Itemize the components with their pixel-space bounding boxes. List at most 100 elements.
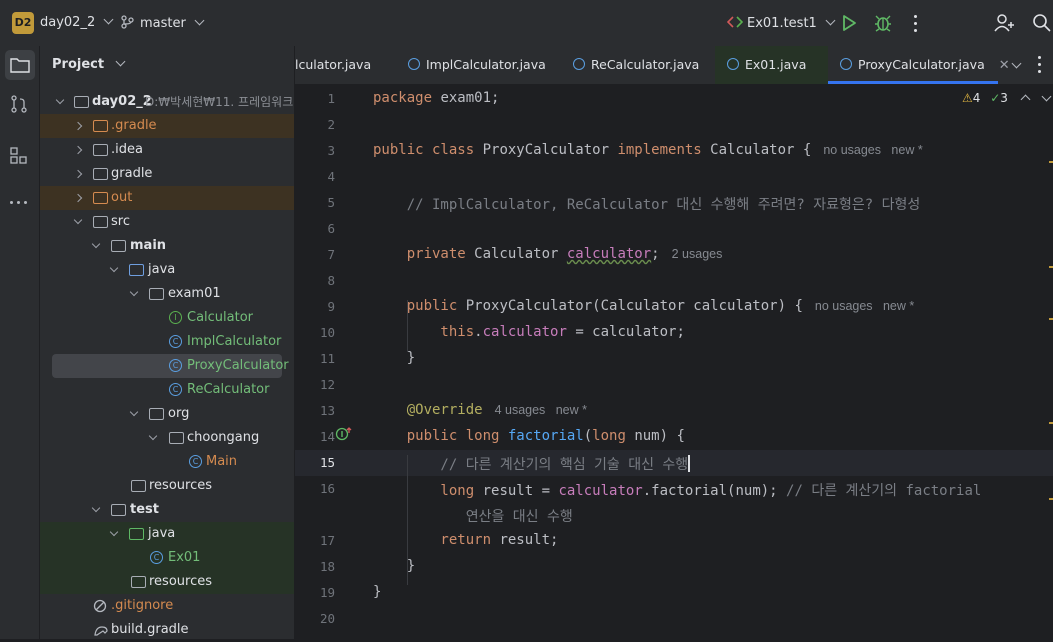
expand-arrow-icon xyxy=(129,407,139,417)
project-name: day02_2 xyxy=(40,15,96,30)
line-number: 9 xyxy=(327,299,335,314)
tree-item[interactable]: resources xyxy=(40,474,294,498)
package-icon xyxy=(169,432,184,444)
close-tab-icon[interactable]: ✕ xyxy=(999,58,1010,73)
tree-item[interactable]: test xyxy=(40,498,294,522)
tree-item[interactable]: resources xyxy=(40,570,294,594)
code-line: } xyxy=(373,558,416,574)
tab-label: ReCalculator.java xyxy=(591,57,700,72)
tree-item[interactable]: main xyxy=(40,234,294,258)
line-number: 19 xyxy=(319,585,335,600)
tree-item[interactable]: C Ex01 xyxy=(40,546,294,570)
tab-list-chevron-icon[interactable] xyxy=(1011,58,1022,69)
tree-item[interactable]: gradle xyxy=(40,162,294,186)
tree-item-selected[interactable]: C ProxyCalculator xyxy=(52,354,289,378)
run-config-name: Ex01.test1 xyxy=(747,16,817,31)
tree-item[interactable]: java xyxy=(40,522,294,546)
commit-icon[interactable] xyxy=(10,95,28,113)
tree-item[interactable]: C ReCalculator xyxy=(40,378,294,402)
code-line: package exam01; xyxy=(373,90,500,106)
tree-item[interactable]: C Main xyxy=(40,450,294,474)
expand-arrow-icon xyxy=(55,95,65,105)
code-line: long result = calculator.factorial(num);… xyxy=(373,483,982,499)
package-icon xyxy=(149,288,164,300)
module-folder-icon xyxy=(74,96,89,108)
tree-item[interactable]: out xyxy=(40,186,294,210)
tree-item-label: Main xyxy=(206,454,238,469)
warning-icon: ⚠ xyxy=(962,91,973,105)
expand-arrow-icon xyxy=(148,431,158,441)
more-tools-icon[interactable] xyxy=(10,193,30,204)
code-line: public long factorial(long num) { xyxy=(373,428,685,444)
tree-item[interactable]: exam01 xyxy=(40,282,294,306)
scroll-mark xyxy=(1049,498,1053,500)
package-icon xyxy=(149,408,164,420)
git-branch-icon xyxy=(121,15,134,29)
class-icon: C xyxy=(169,335,182,348)
tree-item[interactable]: choongang xyxy=(40,426,294,450)
inlay-hint: 2 usages xyxy=(671,247,723,261)
expand-arrow-icon xyxy=(73,169,83,179)
code-comment: // 다른 계산기의 핵심 기술 대신 수행 xyxy=(373,455,690,473)
line-number: 12 xyxy=(319,377,335,392)
folder-icon xyxy=(10,58,30,73)
line-number: 13 xyxy=(319,403,335,418)
add-user-icon[interactable] xyxy=(994,13,1016,33)
search-icon[interactable] xyxy=(1033,14,1051,32)
tree-item[interactable]: java xyxy=(40,258,294,282)
code-line: public class ProxyCalculator implements … xyxy=(373,142,923,158)
project-panel-title: Project xyxy=(52,57,105,72)
implements-method-icon[interactable] xyxy=(335,426,353,442)
code-comment: // ImplCalculator, ReCalculator 대신 수행해 주… xyxy=(373,197,921,213)
tree-item[interactable]: .gitignore xyxy=(40,594,294,618)
run-config-selector[interactable]: Ex01.test1 xyxy=(726,15,836,31)
project-panel-header[interactable]: Project xyxy=(52,56,126,72)
tree-item[interactable]: C ImplCalculator xyxy=(40,330,294,354)
more-actions-icon[interactable] xyxy=(914,14,918,32)
tab-label: ImplCalculator.java xyxy=(426,57,546,72)
tab-calculator[interactable]: lculator.java xyxy=(295,46,371,84)
folder-icon xyxy=(93,216,108,228)
source-folder-icon xyxy=(111,240,126,252)
resources-folder-icon xyxy=(131,576,146,588)
debug-icon[interactable] xyxy=(874,14,892,32)
test-class-icon xyxy=(727,58,739,70)
expand-arrow-icon xyxy=(129,287,139,297)
ok-count: 3 xyxy=(1000,91,1008,105)
project-tool-button[interactable] xyxy=(5,50,35,80)
tab-proxycalculator[interactable]: ProxyCalculator.java ✕ xyxy=(828,46,1010,84)
tab-implcalculator[interactable]: ImplCalculator.java xyxy=(408,46,546,84)
inspection-widget[interactable]: ⚠4 ✓3 xyxy=(962,91,1052,105)
tree-item[interactable]: I Calculator xyxy=(40,306,294,330)
expand-arrow-icon xyxy=(91,503,101,513)
chevron-down-icon xyxy=(825,15,836,26)
code-comment-wrap: 연산을 대신 수행 xyxy=(373,509,573,525)
chevron-up-icon[interactable] xyxy=(1020,94,1031,105)
tree-item[interactable]: .gradle xyxy=(40,114,294,138)
tab-ex01[interactable]: Ex01.java xyxy=(715,46,828,84)
expand-arrow-icon xyxy=(91,239,101,249)
tree-item[interactable]: org xyxy=(40,402,294,426)
tree-item-label: .idea xyxy=(111,142,143,157)
project-badge[interactable]: D2 xyxy=(12,12,34,34)
tree-root[interactable]: day02_2 D:₩박세현₩11. 프레임워크 xyxy=(40,90,294,114)
tree-item[interactable]: src xyxy=(40,210,294,234)
class-icon xyxy=(573,58,585,70)
title-bar: D2 day02_2 master Ex01.test1 xyxy=(0,0,1053,47)
expand-arrow-icon xyxy=(73,193,83,203)
tree-item-label: Calculator xyxy=(187,310,254,325)
tree-item[interactable]: .idea xyxy=(40,138,294,162)
code-line: @Override 4 usages new * xyxy=(373,402,587,418)
left-tool-bar xyxy=(0,46,40,639)
branch-selector[interactable]: master xyxy=(120,15,205,31)
tab-more-icon[interactable] xyxy=(1038,56,1041,74)
run-icon[interactable] xyxy=(842,15,856,31)
line-number: 20 xyxy=(319,611,335,626)
project-selector[interactable]: day02_2 xyxy=(40,14,114,30)
structure-icon[interactable] xyxy=(10,147,28,165)
code-editor[interactable]: ⚠4 ✓3 package exam01; public class Proxy… xyxy=(371,85,1053,639)
tab-recalculator[interactable]: ReCalculator.java xyxy=(573,46,699,84)
chevron-down-icon[interactable] xyxy=(1041,91,1052,102)
tree-item[interactable]: build.gradle xyxy=(40,618,294,642)
line-number: 14 xyxy=(319,429,335,444)
